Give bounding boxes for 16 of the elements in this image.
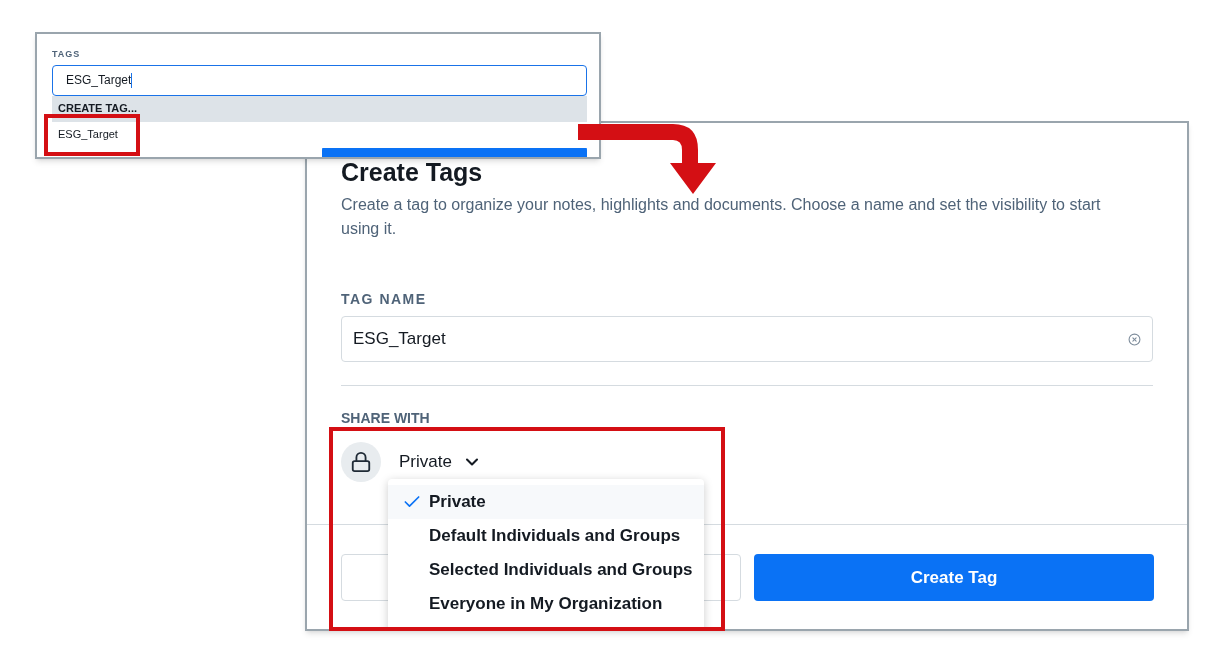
tags-field[interactable]: ESG_Target (52, 64, 587, 96)
share-label: SHARE WITH (341, 410, 431, 426)
create-tag-option[interactable]: CREATE TAG... (52, 95, 587, 122)
visibility-option[interactable]: Default Individuals and Groups (388, 519, 704, 553)
visibility-option[interactable]: Everyone in My Organization (388, 587, 704, 621)
tag-name-field[interactable]: ESG_Target (341, 316, 1153, 362)
create-tag-button[interactable]: Create Tag (754, 554, 1154, 601)
dialog-description: Create a tag to organize your notes, highlights and documents. Choose a name and set the visibility to start using it. (341, 195, 1102, 239)
dialog-title: Create Tags (341, 157, 484, 187)
visibility-dropdown[interactable]: Private (399, 449, 482, 475)
lock-icon (341, 442, 381, 482)
tags-label: TAGS (52, 48, 82, 61)
visibility-option[interactable]: Private (388, 485, 704, 519)
visibility-option[interactable]: Selected Individuals and Groups (388, 553, 704, 587)
clear-icon[interactable] (1128, 332, 1141, 346)
field-label: TAG NAME (341, 290, 428, 309)
